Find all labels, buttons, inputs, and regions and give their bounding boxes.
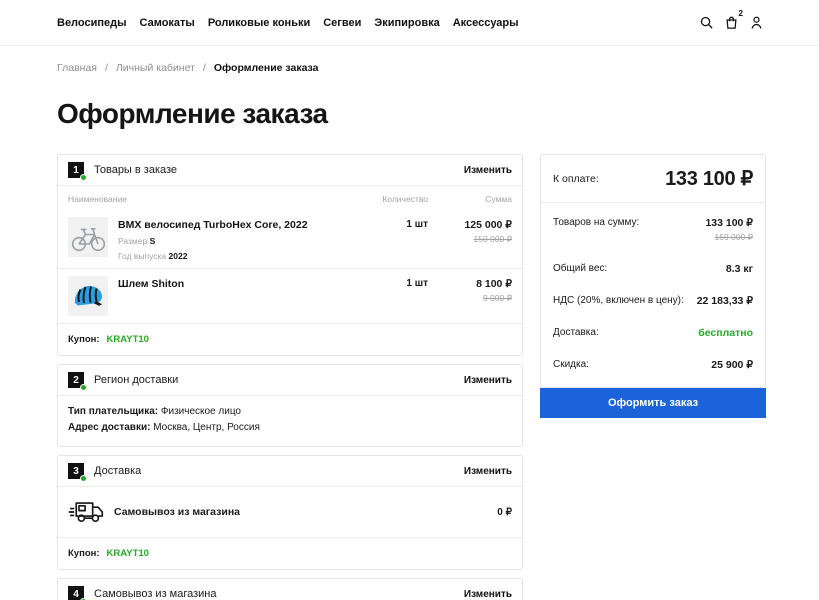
payer-type-row: Тип плательщика: Физическое лицо — [68, 404, 512, 420]
nav-item-accessories[interactable]: Аксессуары — [453, 17, 519, 29]
summary-row-vat: НДС (20%, включен в цену): 22 183,33 ₽ — [541, 285, 765, 317]
section-order-items-header: 1 Товары в заказе Изменить — [58, 155, 522, 185]
section-delivery-header: 3 Доставка Изменить — [58, 456, 522, 486]
step-number-badge: 1 — [68, 162, 84, 178]
main-nav: Велосипеды Самокаты Роликовые коньки Сег… — [57, 17, 519, 29]
header-icons: 2 — [698, 15, 764, 31]
cart-icon[interactable]: 2 — [723, 15, 739, 31]
breadcrumb-separator: / — [105, 62, 108, 74]
order-summary-panel: К оплате: 133 100 ₽ Товаров на сумму: 13… — [540, 154, 766, 418]
vat-value: 22 183,33 ₽ — [697, 295, 753, 307]
section-pickup: 4 Самовывоз из магазина Изменить Sport №… — [57, 578, 523, 600]
items-table-header: Наименование Количество Сумма — [58, 186, 522, 210]
search-icon[interactable] — [698, 15, 714, 31]
section-title: Самовывоз из магазина — [94, 588, 217, 600]
product-quantity: 1 шт — [354, 276, 428, 316]
checkout-content: 1 Товары в заказе Изменить Наименование … — [0, 130, 819, 600]
place-order-button[interactable]: Оформить заказ — [540, 388, 766, 418]
section-title: Товары в заказе — [94, 164, 177, 176]
section-delivery-region: 2 Регион доставки Изменить Тип плательщи… — [57, 364, 523, 447]
step-number-badge: 2 — [68, 372, 84, 388]
product-quantity: 1 шт — [354, 217, 428, 261]
product-name[interactable]: Шлем Shiton — [118, 278, 354, 290]
edit-delivery-button[interactable]: Изменить — [464, 466, 512, 477]
region-details: Тип плательщика: Физическое лицо Адрес д… — [58, 396, 522, 446]
summary-row-subtotal: Товаров на сумму: 133 100 ₽ 159 000 ₽ — [541, 207, 765, 253]
coupon-row: Купон: KRAYT10 — [58, 323, 522, 355]
delivery-price: 0 ₽ — [497, 507, 512, 518]
delivery-method-name: Самовывоз из магазина — [114, 506, 240, 518]
breadcrumb-account[interactable]: Личный кабинет — [116, 62, 195, 74]
total-value: 133 100 ₽ — [665, 166, 753, 191]
coupon-label: Купон: — [68, 548, 100, 559]
nav-item-equipment[interactable]: Экипировка — [374, 17, 439, 29]
product-old-price: 150 000 ₽ — [428, 234, 512, 245]
edit-items-button[interactable]: Изменить — [464, 165, 512, 176]
breadcrumb-home[interactable]: Главная — [57, 62, 97, 74]
step-complete-icon — [80, 475, 87, 482]
product-old-price: 9 000 ₽ — [428, 293, 512, 304]
product-info: Шлем Shiton — [118, 276, 354, 316]
edit-region-button[interactable]: Изменить — [464, 375, 512, 386]
section-title: Регион доставки — [94, 374, 178, 386]
section-delivery: 3 Доставка Изменить Самовывоз из магазин… — [57, 455, 523, 570]
product-attr-size: Размер S — [118, 236, 354, 246]
discount-value: 25 900 ₽ — [711, 359, 753, 371]
summary-row-weight: Общий вес: 8.3 кг — [541, 253, 765, 285]
subtotal-old-value: 159 000 ₽ — [705, 232, 753, 243]
step-number-badge: 3 — [68, 463, 84, 479]
column-name: Наименование — [68, 194, 354, 204]
table-row: Шлем Shiton 1 шт 8 100 ₽ 9 000 ₽ — [58, 268, 522, 323]
delivery-address-row: Адрес доставки: Москва, Центр, Россия — [68, 420, 512, 436]
checkout-steps: 1 Товары в заказе Изменить Наименование … — [57, 154, 523, 600]
delivery-method-row: Самовывоз из магазина 0 ₽ — [58, 487, 522, 537]
step-complete-icon — [80, 174, 87, 181]
product-image-helmet[interactable] — [68, 276, 108, 316]
column-quantity: Количество — [354, 194, 428, 204]
step-complete-icon — [80, 384, 87, 391]
column-sum: Сумма — [428, 194, 512, 204]
order-summary-box: К оплате: 133 100 ₽ Товаров на сумму: 13… — [540, 154, 766, 388]
product-attr-year: Год выпуска 2022 — [118, 251, 354, 261]
total-row: К оплате: 133 100 ₽ — [541, 155, 765, 202]
page-title: Оформление заказа — [0, 74, 819, 130]
nav-item-rollerblades[interactable]: Роликовые коньки — [208, 17, 310, 29]
nav-item-bicycles[interactable]: Велосипеды — [57, 17, 127, 29]
section-delivery-region-header: 2 Регион доставки Изменить — [58, 365, 522, 395]
product-sum: 8 100 ₽ 9 000 ₽ — [428, 276, 512, 316]
total-label: К оплате: — [553, 173, 599, 185]
weight-value: 8.3 кг — [726, 263, 753, 275]
section-title: Доставка — [94, 465, 141, 477]
product-image-bike[interactable] — [68, 217, 108, 257]
edit-pickup-button[interactable]: Изменить — [464, 589, 512, 600]
product-name[interactable]: BMX велосипед TurboHex Core, 2022 — [118, 219, 354, 231]
checkout-page: Велосипеды Самокаты Роликовые коньки Сег… — [0, 0, 819, 600]
breadcrumb-current: Оформление заказа — [214, 62, 319, 74]
delivery-truck-icon — [68, 499, 105, 525]
product-info: BMX велосипед TurboHex Core, 2022 Размер… — [118, 217, 354, 261]
product-price: 125 000 ₽ — [428, 219, 512, 231]
coupon-value: KRAYT10 — [107, 548, 149, 559]
section-pickup-header: 4 Самовывоз из магазина Изменить — [58, 579, 522, 600]
table-row: BMX велосипед TurboHex Core, 2022 Размер… — [58, 210, 522, 268]
breadcrumb-separator: / — [203, 62, 206, 74]
nav-item-scooters[interactable]: Самокаты — [140, 17, 195, 29]
user-icon[interactable] — [748, 15, 764, 31]
coupon-value: KRAYT10 — [107, 334, 149, 345]
cart-count-badge: 2 — [739, 9, 743, 18]
step-number-badge: 4 — [68, 586, 84, 600]
nav-item-segways[interactable]: Сегвеи — [323, 17, 361, 29]
delivery-value: бесплатно — [698, 327, 753, 339]
coupon-row: Купон: KRAYT10 — [58, 537, 522, 569]
product-price: 8 100 ₽ — [428, 278, 512, 290]
product-sum: 125 000 ₽ 150 000 ₽ — [428, 217, 512, 261]
subtotal-value: 133 100 ₽ — [705, 217, 753, 229]
summary-row-discount: Скидка: 25 900 ₽ — [541, 349, 765, 381]
summary-row-delivery: Доставка: бесплатно — [541, 317, 765, 349]
summary-rows: Товаров на сумму: 133 100 ₽ 159 000 ₽ Об… — [541, 203, 765, 387]
section-order-items: 1 Товары в заказе Изменить Наименование … — [57, 154, 523, 356]
coupon-label: Купон: — [68, 334, 100, 345]
breadcrumb: Главная / Личный кабинет / Оформление за… — [0, 46, 819, 74]
site-header: Велосипеды Самокаты Роликовые коньки Сег… — [0, 0, 819, 46]
